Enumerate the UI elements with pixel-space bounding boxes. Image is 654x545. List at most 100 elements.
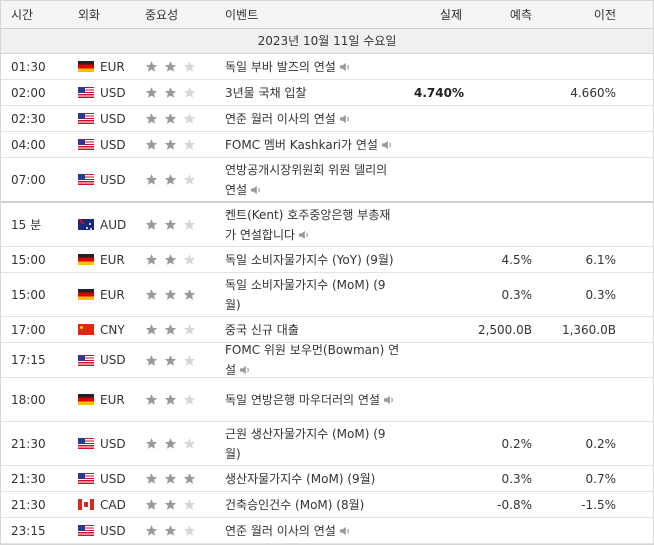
header-importance[interactable]: 중요성 xyxy=(131,6,219,23)
event-name[interactable]: 독일 연방은행 마우더러의 연설 xyxy=(219,390,401,410)
star-filled-icon xyxy=(145,254,158,265)
event-name[interactable]: 3년물 국채 입찰 xyxy=(219,83,401,103)
star-empty-icon xyxy=(183,113,196,124)
event-title[interactable]: 연준 월러 이사의 연설 xyxy=(225,112,336,126)
importance-stars xyxy=(131,498,219,511)
event-currency: USD xyxy=(66,437,131,451)
star-filled-icon xyxy=(164,394,177,405)
event-title[interactable]: 건축승인건수 (MoM) (8월) xyxy=(225,498,364,512)
event-currency: USD xyxy=(66,138,131,152)
star-filled-icon xyxy=(164,473,177,484)
eur-flag-icon xyxy=(78,254,94,265)
star-filled-icon xyxy=(164,324,177,335)
star-empty-icon xyxy=(183,354,196,366)
speaker-icon xyxy=(383,395,393,404)
star-filled-icon xyxy=(164,61,177,72)
event-name[interactable]: 독일 부바 발즈의 연설 xyxy=(219,57,401,77)
header-previous[interactable]: 이전 xyxy=(536,6,620,23)
star-filled-icon xyxy=(164,438,177,449)
currency-code: USD xyxy=(100,137,126,152)
aud-flag-icon xyxy=(78,219,94,230)
event-time: 21:30 xyxy=(11,497,46,512)
event-time: 15 분 xyxy=(11,218,42,232)
event-name[interactable]: FOMC 위원 보우먼(Bowman) 연설 xyxy=(219,340,401,380)
table-row[interactable]: 21:30 USD 근원 생산자물가지수 (MoM) (9월) 0.2% 0.2% xyxy=(1,422,653,466)
table-row[interactable]: 23:15 USD 연준 월러 이사의 연설 xyxy=(1,518,653,544)
header-actual[interactable]: 실제 xyxy=(401,6,466,23)
currency-code: EUR xyxy=(100,287,125,302)
star-filled-icon xyxy=(145,525,158,536)
star-filled-icon xyxy=(145,324,158,335)
importance-stars xyxy=(131,218,219,231)
star-filled-icon xyxy=(145,289,158,300)
event-title[interactable]: 3년물 국채 입찰 xyxy=(225,86,307,100)
currency-code: EUR xyxy=(100,252,125,267)
event-title[interactable]: 근원 생산자물가지수 (MoM) (9월) xyxy=(225,427,386,461)
table-row[interactable]: 15:00 EUR 독일 소비자물가지수 (MoM) (9월) 0.3% 0.3% xyxy=(1,273,653,317)
header-time[interactable]: 시간 xyxy=(1,6,66,23)
table-row[interactable]: 02:00 USD 3년물 국채 입찰 4.740% 4.660% xyxy=(1,80,653,106)
cny-flag-icon xyxy=(78,324,94,335)
speaker-icon xyxy=(339,62,349,71)
table-row[interactable]: 18:00 EUR 독일 연방은행 마우더러의 연설 xyxy=(1,378,653,422)
star-empty-icon xyxy=(183,499,196,510)
event-name[interactable]: 연준 월러 이사의 연설 xyxy=(219,521,401,541)
header-forecast[interactable]: 예측 xyxy=(466,6,536,23)
star-filled-icon xyxy=(164,254,177,265)
event-list: 01:30 EUR 독일 부바 발즈의 연설 02:00 USD 3년물 국채 입찰 4.7… xyxy=(1,54,653,544)
event-name[interactable]: 생산자물가지수 (MoM) (9월) xyxy=(219,469,401,489)
event-currency: EUR xyxy=(66,288,131,302)
table-row[interactable]: 01:30 EUR 독일 부바 발즈의 연설 xyxy=(1,54,653,80)
event-name[interactable]: 독일 소비자물가지수 (MoM) (9월) xyxy=(219,275,401,315)
event-name[interactable]: FOMC 멤버 Kashkari가 연설 xyxy=(219,135,401,155)
star-filled-icon xyxy=(145,394,158,405)
currency-code: USD xyxy=(100,471,126,486)
event-time: 04:00 xyxy=(11,137,46,152)
table-row[interactable]: 17:15 USD FOMC 위원 보우먼(Bowman) 연설 xyxy=(1,343,653,378)
star-filled-icon xyxy=(145,87,158,98)
event-title[interactable]: 독일 부바 발즈의 연설 xyxy=(225,60,336,74)
speaker-icon xyxy=(339,114,349,123)
table-row[interactable]: 21:30 USD 생산자물가지수 (MoM) (9월) 0.3% 0.7% xyxy=(1,466,653,492)
table-row[interactable]: 04:00 USD FOMC 멤버 Kashkari가 연설 xyxy=(1,132,653,158)
event-name[interactable]: 켄트(Kent) 호주중앙은행 부총재가 연설합니다 xyxy=(219,205,401,245)
header-event[interactable]: 이벤트 xyxy=(219,5,401,25)
event-title[interactable]: 연준 월러 이사의 연설 xyxy=(225,524,336,538)
table-header: 시간 외화 중요성 이벤트 실제 예측 이전 xyxy=(1,0,653,29)
event-time: 15:00 xyxy=(11,287,46,302)
table-row[interactable]: 15 분 AUD 켄트(Kent) 호주중앙은행 부총재가 연설합니다 xyxy=(1,203,653,247)
currency-code: USD xyxy=(100,172,126,187)
event-name[interactable]: 연준 월러 이사의 연설 xyxy=(219,109,401,129)
event-title[interactable]: 중국 신규 대출 xyxy=(225,323,299,337)
event-title[interactable]: 독일 소비자물가지수 (MoM) (9월) xyxy=(225,278,386,312)
event-previous: 6.1% xyxy=(585,252,617,267)
event-name[interactable]: 독일 소비자물가지수 (YoY) (9월) xyxy=(219,250,401,270)
event-title[interactable]: FOMC 위원 보우먼(Bowman) 연설 xyxy=(225,343,399,377)
star-filled-icon xyxy=(164,289,177,300)
star-filled-icon xyxy=(164,139,177,150)
table-row[interactable]: 21:30 CAD 건축승인건수 (MoM) (8월) -0.8% -1.5% xyxy=(1,492,653,518)
usd-flag-icon xyxy=(78,354,94,366)
event-name[interactable]: 중국 신규 대출 xyxy=(219,320,401,340)
star-filled-icon xyxy=(145,438,158,449)
date-row: 2023년 10월 11일 수요일 xyxy=(1,29,653,54)
currency-code: USD xyxy=(100,353,126,367)
header-currency[interactable]: 외화 xyxy=(66,6,131,23)
table-row[interactable]: 02:30 USD 연준 월러 이사의 연설 xyxy=(1,106,653,132)
importance-stars xyxy=(131,288,219,301)
table-row[interactable]: 07:00 USD 연방공개시장위원회 위원 델리의 연설 xyxy=(1,158,653,203)
currency-code: USD xyxy=(100,436,126,451)
event-title[interactable]: 독일 소비자물가지수 (YoY) (9월) xyxy=(225,253,394,267)
event-name[interactable]: 건축승인건수 (MoM) (8월) xyxy=(219,495,401,515)
event-title[interactable]: 생산자물가지수 (MoM) (9월) xyxy=(225,472,375,486)
event-name[interactable]: 연방공개시장위원회 위원 델리의 연설 xyxy=(219,160,401,200)
event-title[interactable]: FOMC 멤버 Kashkari가 연설 xyxy=(225,138,378,152)
event-title[interactable]: 독일 연방은행 마우더러의 연설 xyxy=(225,393,380,407)
speaker-icon xyxy=(381,140,391,149)
event-name[interactable]: 근원 생산자물가지수 (MoM) (9월) xyxy=(219,424,401,464)
event-currency: CNY xyxy=(66,323,131,337)
table-row[interactable]: 15:00 EUR 독일 소비자물가지수 (YoY) (9월) 4.5% 6.1% xyxy=(1,247,653,273)
event-forecast: 4.5% xyxy=(501,252,533,267)
star-filled-icon xyxy=(145,499,158,510)
star-empty-icon xyxy=(183,324,196,335)
